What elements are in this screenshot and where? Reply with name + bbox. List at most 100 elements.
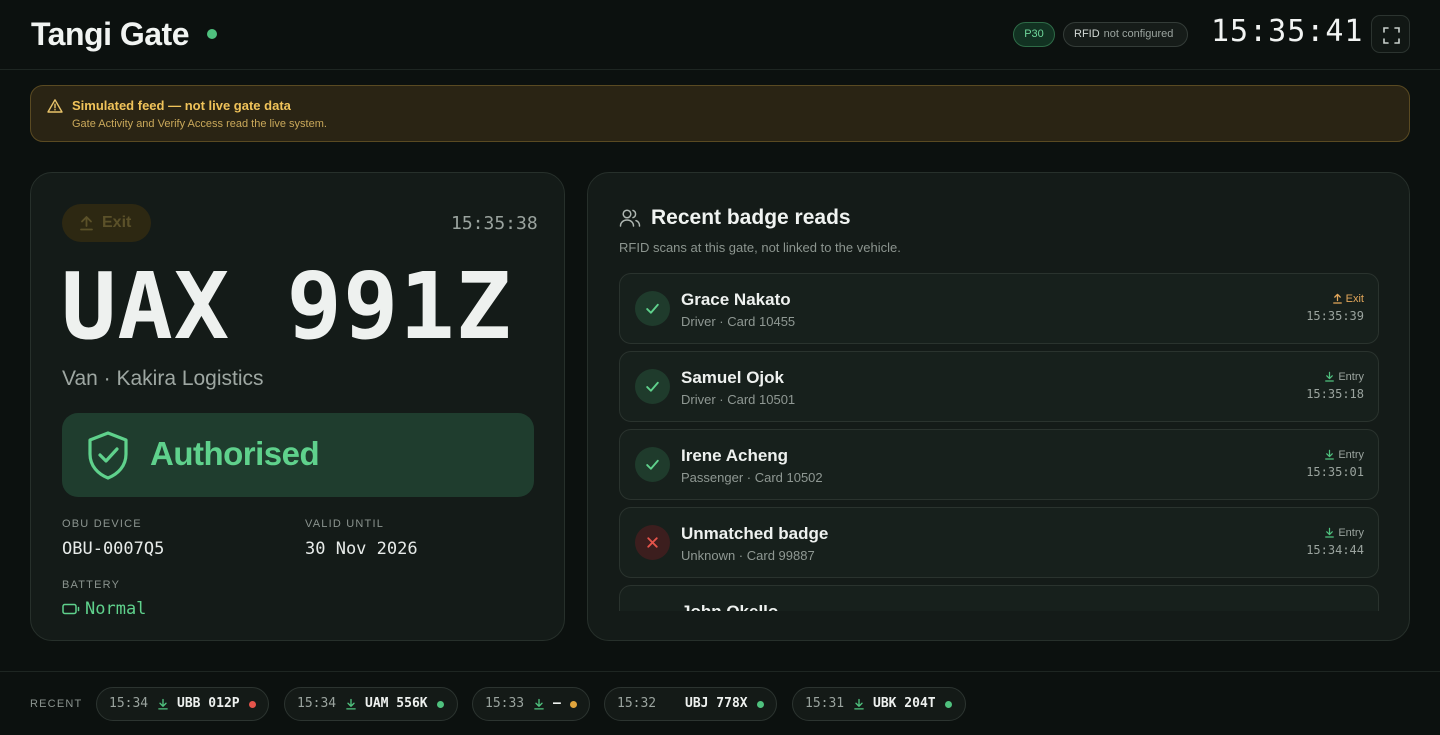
recent-chip-status-dot [437,701,444,708]
read-name: Unmatched badge [681,524,829,543]
shield-check-icon [88,431,128,480]
simulation-warning-banner: Simulated feed — not live gate data Gate… [30,85,1410,142]
badge-read-row[interactable]: Samuel Ojok Driver · Card 10501 Entry 15:35… [619,351,1379,422]
recent-chip[interactable]: 15:32 UBJ 778X [604,687,777,721]
read-meta: Unknown · Card 99887 [681,548,815,563]
access-status-box: Authorised [62,413,534,497]
read-direction-label: Entry [1338,527,1364,539]
recent-chip-time: 15:34 [297,696,337,711]
read-status-indicator [635,525,670,560]
rfid-status-badge: RFID not configured [1063,22,1188,47]
recent-chip-plate: — [553,696,561,711]
warning-icon [47,99,63,113]
read-meta: Passenger · Card 10502 [681,470,823,485]
read-time: 15:35:39 [1306,309,1364,323]
recent-chip-time: 15:33 [485,696,525,711]
read-time: 15:35:38 [451,213,538,234]
fullscreen-button[interactable] [1371,15,1410,53]
read-name: John Okello [681,602,778,611]
valid-until-label: VALID UNTIL [305,518,385,530]
recent-chip-status-dot [945,701,952,708]
arrow-down-icon [534,698,544,710]
recent-chip-status-dot [570,701,577,708]
recent-chip[interactable]: 15:34 UBB 012P [96,687,269,721]
read-status-indicator [635,447,670,482]
obu-value: OBU-0007Q5 [62,539,165,559]
badge-read-row[interactable]: Unmatched badge Unknown · Card 99887 Entry… [619,507,1379,578]
read-time: 15:34:44 [1306,543,1364,557]
online-status-dot [207,29,217,39]
obu-label: OBU DEVICE [62,518,142,530]
read-time: 15:35:18 [1306,387,1364,401]
battery-label: BATTERY [62,579,121,591]
recent-chip-status-dot [249,701,256,708]
app-header: Tangi Gate P30 RFID not configured 15:35:… [0,0,1440,70]
check-icon [646,303,659,314]
valid-until-value: 30 Nov 2026 [305,539,418,559]
arrow-up-icon [80,216,93,231]
read-direction: Exit [1332,293,1364,305]
battery-icon [62,603,80,615]
gate-code-badge: P30 [1013,22,1055,47]
direction-label: Exit [102,214,132,231]
battery-value: Normal [85,599,147,619]
users-icon [619,209,641,227]
header-clock: 15:35:41 [1211,14,1364,49]
recent-label: RECENT [30,698,83,710]
badge-reads-card: Recent badge reads RFID scans at this ga… [587,172,1410,641]
read-name: Irene Acheng [681,446,789,465]
read-direction-label: Exit [1345,293,1364,305]
current-vehicle-card: Exit 15:35:38 UAX 991Z Van · Kakira Logi… [30,172,565,641]
arrow-down-icon [346,698,356,710]
read-meta: Driver · Card 10455 [681,314,796,329]
read-status-indicator [635,291,670,326]
read-direction-label: Entry [1338,371,1364,383]
arrow-down-icon [854,698,864,710]
read-direction-label: Entry [1338,449,1364,461]
x-icon [647,537,658,548]
read-status-indicator [635,369,670,404]
rfid-status-text: not configured [1103,28,1174,40]
badge-read-row[interactable]: Grace Nakato Driver · Card 10455 Exit 15:35… [619,273,1379,344]
recent-chip[interactable]: 15:34 UAM 556K [284,687,458,721]
arrow-down-icon [1325,527,1335,538]
read-direction: Entry [1324,449,1364,461]
recent-chip-time: 15:34 [109,696,149,711]
read-meta: Driver · Card 10501 [681,392,796,407]
read-name: Grace Nakato [681,290,791,309]
recent-chip-status-dot [757,701,764,708]
recent-chip[interactable]: 15:31 UBK 204T [792,687,966,721]
recent-strip: RECENT 15:34 UBB 012P 15:34 UAM 556K 15:33—1… [0,671,1440,735]
recent-chip[interactable]: 15:33 — [472,687,590,721]
access-status-label: Authorised [150,435,320,472]
app-title: Tangi Gate [31,16,189,52]
check-icon [646,381,659,392]
vehicle-description: Van · Kakira Logistics [62,367,264,390]
read-direction: Entry [1324,371,1364,383]
arrow-down-icon [1325,449,1335,460]
badge-reads-title: Recent badge reads [651,206,851,229]
fullscreen-icon [1383,27,1400,44]
badge-read-row[interactable]: John Okello [619,585,1379,611]
direction-badge: Exit [62,204,151,242]
banner-title: Simulated feed — not live gate data [72,98,291,113]
recent-chip-plate: UAM 556K [365,696,428,711]
read-time: 15:35:01 [1306,465,1364,479]
check-icon [646,459,659,470]
recent-chip-time: 15:31 [805,696,845,711]
license-plate: UAX 991Z [61,253,513,360]
recent-chip-plate: UBB 012P [177,696,240,711]
arrow-down-icon [1325,371,1335,382]
rfid-label: RFID [1074,28,1100,40]
recent-chip-plate: UBK 204T [873,696,936,711]
recent-chip-plate: UBJ 778X [685,696,748,711]
recent-chip-time: 15:32 [617,696,657,711]
read-direction: Entry [1324,527,1364,539]
banner-subtitle: Gate Activity and Verify Access read the… [72,118,327,130]
badge-reads-subtitle: RFID scans at this gate, not linked to t… [619,240,901,255]
arrow-down-icon [158,698,168,710]
read-name: Samuel Ojok [681,368,784,387]
badge-read-row[interactable]: Irene Acheng Passenger · Card 10502 Entry 1… [619,429,1379,500]
badge-reads-list[interactable]: Grace Nakato Driver · Card 10455 Exit 15:35… [619,273,1379,611]
arrow-up-icon [1332,293,1342,304]
